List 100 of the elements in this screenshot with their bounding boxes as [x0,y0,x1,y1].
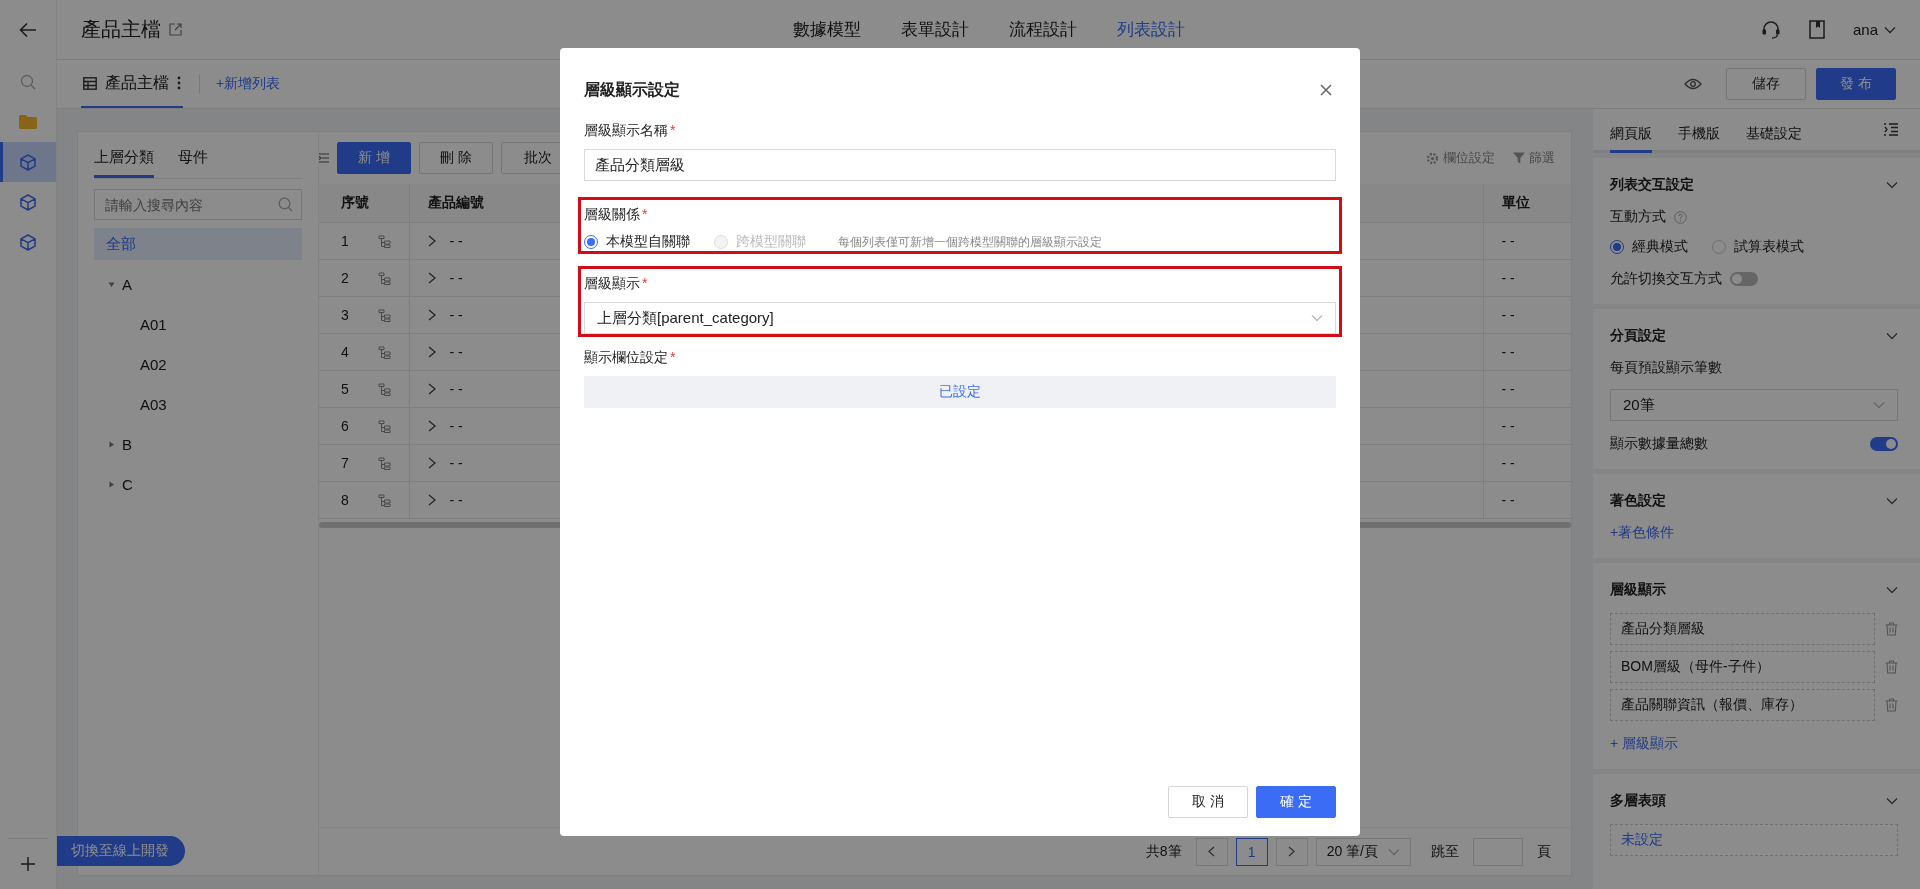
section-title: 分頁設定 [1610,327,1666,345]
tree-structure-icon[interactable] [377,308,391,322]
preview-eye-icon[interactable] [1684,78,1702,90]
more-icon[interactable] [177,76,181,90]
name-input[interactable]: 產品分類層級 [584,149,1336,181]
hierarchy-entry[interactable]: 產品分類層級 [1610,613,1875,645]
expand-chevron-icon[interactable] [427,457,436,469]
cube-icon[interactable] [20,233,36,251]
tree-item[interactable]: A02 [94,348,302,380]
tree-item[interactable]: A [94,268,302,300]
radio-option[interactable]: 經典模式 [1610,238,1688,256]
tree-item[interactable]: C [94,468,302,500]
publish-button[interactable]: 發 布 [1816,68,1896,100]
cancel-button[interactable]: 取 消 [1168,786,1248,818]
filter-icon [1513,152,1525,164]
chevron-down-icon [1388,847,1400,856]
tree-structure-icon[interactable] [377,345,391,359]
headset-icon[interactable] [1760,19,1781,40]
nav-tab[interactable]: 數據模型 [792,18,861,41]
page-button[interactable]: 1 [1235,837,1268,866]
add-icon[interactable] [21,857,35,871]
tree-item[interactable]: A03 [94,388,302,420]
column-header: 序號 [319,184,409,223]
table-cell: - - [1501,492,1515,508]
tree-structure-icon[interactable] [377,234,391,248]
expand-chevron-icon[interactable] [427,420,436,432]
expand-chevron-icon[interactable] [427,309,436,321]
delete-icon[interactable] [1885,660,1898,674]
row-number: 7 [341,455,349,471]
delete-icon[interactable] [1885,622,1898,636]
switch-online-button[interactable]: 切換至線上開發 [57,836,185,866]
search-icon[interactable] [20,74,36,90]
caret-down-icon[interactable] [107,280,115,288]
tree-item[interactable]: A01 [94,308,302,340]
tree-structure-icon[interactable] [377,382,391,396]
collapse-icon[interactable] [319,153,329,163]
chevron-down-icon [1311,314,1323,322]
nav-tab[interactable]: 表單設計 [900,18,969,41]
expand-chevron-icon[interactable] [427,346,436,358]
settings-tab[interactable]: 基礎設定 [1746,125,1802,153]
back-arrow-icon[interactable] [19,22,37,38]
settings-tab[interactable]: 手機版 [1678,125,1720,153]
next-page-button[interactable] [1275,837,1308,866]
setting-label: 每頁預設顯示筆數 [1610,359,1723,377]
nav-item[interactable] [0,142,56,182]
unset-value[interactable]: 未設定 [1610,824,1898,856]
page-size-select[interactable]: 20 筆/頁 [1315,837,1411,866]
caret-right-icon[interactable] [107,440,115,448]
prev-page-button[interactable] [1195,837,1228,866]
user-name[interactable]: ana [1852,21,1878,38]
list-tab[interactable]: 產品主檔 [81,60,183,108]
radio-option[interactable]: 試算表模式 [1712,238,1804,256]
gear-icon [1426,151,1439,165]
hierarchy-entry[interactable]: BOM層級（母件-子件） [1610,651,1875,683]
chevron-right-icon [1288,846,1296,857]
tree-structure-icon[interactable] [377,419,391,433]
caret-right-icon[interactable] [107,480,115,488]
cube-icon[interactable] [20,193,36,211]
external-link-icon[interactable] [169,23,182,36]
expand-chevron-icon[interactable] [427,272,436,284]
hierarchy-select[interactable]: 上層分類[parent_category] [584,302,1336,334]
table-cell: - - [449,492,463,508]
radio-option[interactable]: 本模型自關聯 [584,233,690,251]
setting-label: 互動方式 [1610,208,1666,226]
field-label: 層級顯示* [584,275,649,293]
add-list-link[interactable]: +新增列表 [216,75,281,93]
folder-icon[interactable] [19,115,37,129]
settings-tab[interactable]: 網頁版 [1610,125,1652,153]
add-link[interactable]: + 層級顯示 [1610,735,1679,753]
tree-item[interactable]: B [94,428,302,460]
tree-tab[interactable]: 上層分類 [94,142,154,178]
toggle-switch[interactable] [1870,437,1898,451]
tree-structure-icon[interactable] [377,493,391,507]
search-field[interactable]: 請輸入搜尋內容 [94,189,302,220]
expand-chevron-icon[interactable] [427,383,436,395]
expand-chevron-icon[interactable] [427,235,436,247]
toggle-switch[interactable] [1730,272,1758,286]
page-size-select[interactable]: 20筆 [1610,389,1898,421]
book-icon[interactable] [1808,20,1825,39]
confirm-button[interactable]: 確 定 [1256,786,1336,818]
column-header: 單位 [1483,184,1571,223]
search-icon[interactable] [278,197,293,212]
toolbar-button[interactable]: 刪 除 [419,142,493,174]
chevron-down-icon [1884,25,1896,34]
nav-tab[interactable]: 流程設計 [1008,18,1077,41]
outline-list-icon[interactable] [1884,123,1898,136]
expand-chevron-icon[interactable] [427,494,436,506]
toolbar-button[interactable]: 新 增 [337,142,411,174]
tree-structure-icon[interactable] [377,271,391,285]
nav-tab[interactable]: 列表設計 [1116,18,1185,41]
delete-icon[interactable] [1885,698,1898,712]
save-button[interactable]: 儲存 [1726,68,1806,100]
configured-button[interactable]: 已設定 [584,376,1336,408]
tree-tab[interactable]: 母件 [178,142,208,178]
tree-structure-icon[interactable] [377,456,391,470]
hierarchy-entry[interactable]: 產品關聯資訊（報價、庫存） [1610,689,1875,721]
section-title: 多層表頭 [1610,792,1666,810]
help-icon[interactable] [1674,210,1687,224]
add-link[interactable]: +著色條件 [1610,524,1675,542]
cube-icon[interactable] [20,153,36,171]
